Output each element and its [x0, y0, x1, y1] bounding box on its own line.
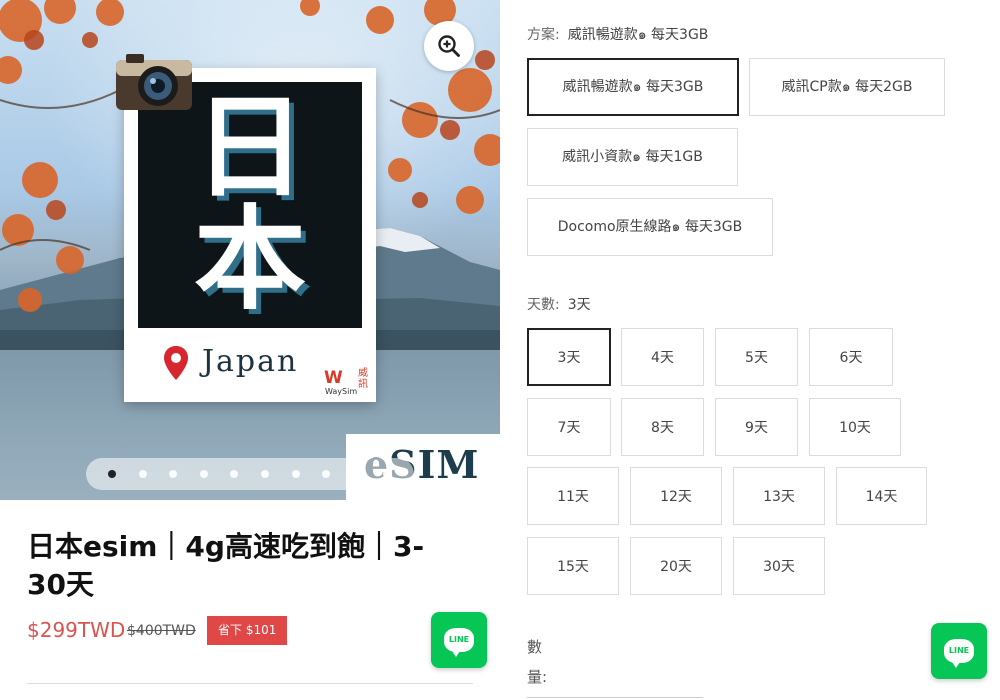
- days-selected-value: 3天: [567, 297, 591, 313]
- days-option[interactable]: 6天: [809, 328, 893, 386]
- carousel-dot[interactable]: [322, 470, 331, 478]
- plan-option[interactable]: 威訊CP款๑ 每天2GB: [749, 58, 945, 116]
- days-option[interactable]: 12天: [630, 467, 722, 525]
- waysim-logo: W 威訊 WaySim: [324, 368, 368, 396]
- plan-label: 方案:: [527, 27, 560, 43]
- zoom-in-icon: [438, 35, 460, 57]
- carousel-dot[interactable]: [261, 470, 269, 478]
- carousel-dot[interactable]: [383, 470, 392, 478]
- price-row: $299TWD $400TWD 省下 $101: [27, 616, 487, 646]
- carousel-dot[interactable]: [352, 470, 361, 478]
- carousel-dot[interactable]: [108, 470, 116, 478]
- plan-label-row: 方案: 威訊暢遊款๑ 每天3GB: [527, 24, 708, 46]
- country-label: Japan: [202, 344, 299, 379]
- days-label: 天數:: [527, 297, 560, 313]
- days-option[interactable]: 4天: [621, 328, 704, 386]
- polaroid-card: 日 本 Japan W 威訊 WaySim: [124, 68, 376, 402]
- days-option[interactable]: 5天: [715, 328, 798, 386]
- carousel-dot[interactable]: [199, 470, 208, 478]
- line-chat-button[interactable]: LINE: [431, 612, 487, 668]
- days-option[interactable]: 9天: [715, 398, 798, 456]
- original-price: $400TWD: [127, 623, 196, 639]
- quantity-label: 數量:: [527, 638, 548, 686]
- days-option[interactable]: 13天: [733, 467, 825, 525]
- days-option[interactable]: 11天: [527, 467, 619, 525]
- days-option[interactable]: 30天: [733, 537, 825, 595]
- carousel-pagination: [86, 458, 414, 490]
- current-price: $299TWD: [27, 618, 126, 642]
- days-option[interactable]: 20天: [630, 537, 722, 595]
- product-image[interactable]: 日 本 Japan W 威訊 WaySim eSIM: [0, 0, 500, 500]
- plan-option[interactable]: 威訊小資款๑ 每天1GB: [527, 128, 738, 186]
- plan-option[interactable]: Docomo原生線路๑ 每天3GB: [527, 198, 773, 256]
- days-option[interactable]: 3天: [527, 328, 611, 386]
- kanji-line-2: 本: [194, 194, 306, 325]
- camera-icon: [116, 54, 192, 110]
- discount-badge: 省下 $101: [207, 616, 288, 645]
- zoom-button[interactable]: [424, 21, 474, 71]
- line-icon: LINE: [944, 639, 974, 668]
- divider: [27, 683, 473, 684]
- days-label-row: 天數: 3天: [527, 294, 591, 314]
- days-option[interactable]: 15天: [527, 537, 619, 595]
- carousel-dot[interactable]: [291, 470, 300, 478]
- days-option[interactable]: 7天: [527, 398, 611, 456]
- days-option[interactable]: 14天: [836, 467, 927, 525]
- line-chat-button[interactable]: LINE: [931, 623, 987, 679]
- days-option[interactable]: 10天: [809, 398, 901, 456]
- days-option[interactable]: 8天: [621, 398, 704, 456]
- carousel-dot[interactable]: [138, 470, 147, 478]
- plan-selected-value: 威訊暢遊款๑ 每天3GB: [567, 27, 709, 43]
- product-title: 日本esim｜4g高速吃到飽｜3-30天: [27, 530, 425, 601]
- location-pin-icon: [164, 346, 188, 380]
- photo-area: 日 本: [138, 82, 362, 328]
- carousel-dot[interactable]: [169, 470, 178, 478]
- line-icon: LINE: [444, 628, 474, 657]
- carousel-dot[interactable]: [230, 470, 239, 478]
- plan-option[interactable]: 威訊暢遊款๑ 每天3GB: [527, 58, 739, 116]
